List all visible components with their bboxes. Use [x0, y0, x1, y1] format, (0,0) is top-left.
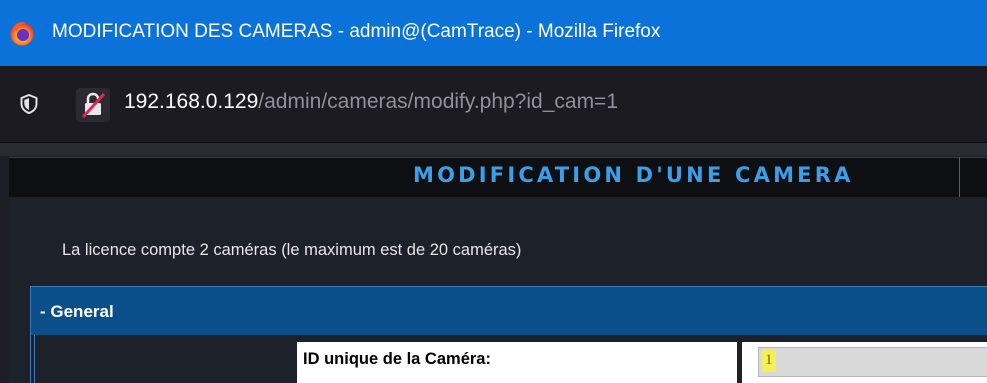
page-top-strip [0, 143, 987, 156]
url-field[interactable]: 192.168.0.129/admin/cameras/modify.php?i… [124, 90, 618, 114]
insecure-lock-icon[interactable] [76, 88, 110, 122]
camera-id-input[interactable] [758, 347, 987, 377]
page-title: MODIFICATION D'UNE CAMERA [413, 163, 854, 187]
firefox-logo-icon [10, 22, 34, 46]
header-divider [959, 157, 960, 197]
window-title: MODIFICATION DES CAMERAS - admin@(CamTra… [52, 21, 661, 42]
url-path: /admin/cameras/modify.php?id_cam=1 [258, 90, 619, 113]
window-titlebar[interactable]: MODIFICATION DES CAMERAS - admin@(CamTra… [0, 0, 987, 66]
general-section-toggle[interactable] [31, 287, 987, 335]
license-info: La licence compte 2 caméras (le maximum … [62, 241, 522, 259]
row-divider [34, 335, 35, 383]
shield-icon[interactable] [20, 94, 38, 114]
camera-id-label: ID unique de la Caméra: [297, 342, 737, 383]
section-title[interactable]: - General [40, 302, 114, 322]
camera-id-value: 1 [765, 352, 773, 368]
url-host: 192.168.0.129 [124, 90, 259, 113]
